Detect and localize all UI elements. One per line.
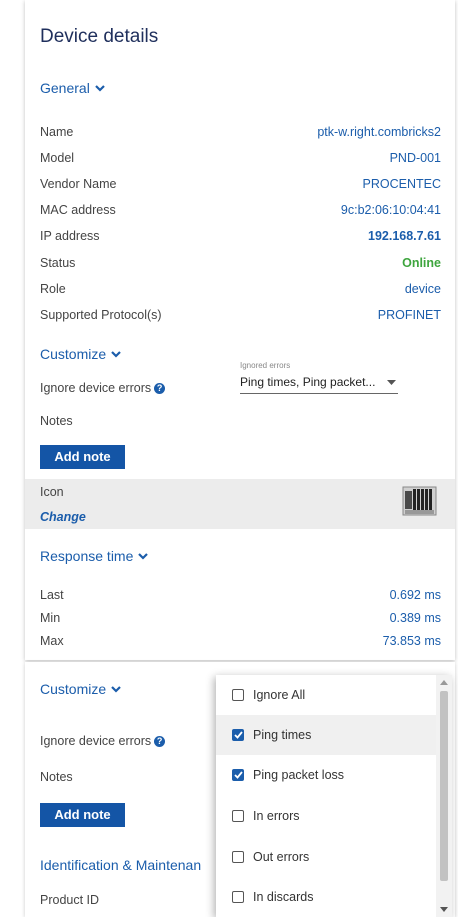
name-value: ptk-w.right.combricks2 [317,125,441,139]
add-note-button-lower[interactable]: Add note [40,803,125,827]
model-label: Model [40,151,75,165]
last-value: 0.692 ms [389,588,441,602]
response-time-heading: Response time [40,548,134,564]
dropdown-scrollbar[interactable] [436,675,452,917]
customize-section-toggle-lower[interactable]: Customize [40,681,122,697]
option-label: Out errors [253,850,310,864]
device-module-icon [402,486,437,516]
help-icon[interactable]: ? [154,383,166,395]
panel-title: Device details [40,26,159,47]
scrollbar-thumb[interactable] [440,691,448,881]
icon-label: Icon [40,485,64,499]
ip-value-link[interactable]: 192.168.7.61 [368,229,441,243]
ignored-errors-value: Ping times, Ping packet... [240,375,376,389]
customize-section-toggle[interactable]: Customize [40,346,122,362]
change-icon-link[interactable]: Change [40,510,86,524]
option-out-errors[interactable]: Out errors [216,837,436,877]
mac-value: 9c:b2:06:10:04:41 [340,203,441,217]
product-id-label: Product ID [40,893,100,907]
dropdown-arrow-icon [387,380,396,385]
vendor-value: PROCENTEC [362,177,441,191]
option-label: Ping times [253,728,312,742]
status-value: Online [402,256,441,270]
status-label: Status [40,256,76,270]
ignore-errors-label-lower: Ignore device errors? [40,734,166,748]
min-value: 0.389 ms [389,611,441,625]
scroll-up-arrow-icon[interactable] [440,680,448,685]
general-section-toggle[interactable]: General [40,80,106,96]
add-note-button[interactable]: Add note [40,445,125,469]
checkbox-checked-icon[interactable] [232,769,244,781]
option-ping-packet-loss[interactable]: Ping packet loss [216,755,436,795]
last-label: Last [40,588,64,602]
checkbox-unchecked-icon[interactable] [232,891,244,903]
option-label: In discards [253,890,314,904]
icon-row: Icon Change [25,479,455,529]
option-label: Ping packet loss [253,768,345,782]
chevron-down-icon [95,85,105,92]
protocol-value: PROFINET [377,308,441,322]
notes-label: Notes [40,414,73,428]
option-ping-times[interactable]: Ping times [216,715,436,755]
customize-heading: Customize [40,346,107,362]
checkbox-unchecked-icon[interactable] [232,810,244,822]
help-icon[interactable]: ? [154,736,166,748]
option-in-discards[interactable]: In discards [216,877,436,917]
ignore-errors-label: Ignore device errors? [40,381,166,395]
option-label: Ignore All [253,688,306,702]
ignored-errors-dropdown[interactable]: Ignore All Ping times Ping packet loss I… [216,675,452,917]
mac-label: MAC address [40,203,116,217]
model-value: PND-001 [389,151,441,165]
ignore-errors-text: Ignore device errors [40,381,152,395]
role-value: device [404,282,441,296]
checkbox-checked-icon[interactable] [232,729,244,741]
option-in-errors[interactable]: In errors [216,796,436,836]
scroll-down-arrow-icon[interactable] [440,907,448,912]
customize-heading-lower: Customize [40,681,107,697]
option-label: In errors [253,809,300,823]
identification-heading[interactable]: Identification & Maintenan [40,857,201,873]
notes-label-lower: Notes [40,770,73,784]
checkbox-unchecked-icon[interactable] [232,851,244,863]
ignored-errors-caption: Ignored errors [240,361,291,370]
ignored-errors-select[interactable]: Ping times, Ping packet... [240,371,398,394]
checkbox-unchecked-icon[interactable] [232,689,244,701]
ip-label: IP address [40,229,100,243]
protocol-label: Supported Protocol(s) [40,308,162,322]
chevron-down-icon [138,553,149,560]
role-label: Role [40,282,66,296]
general-heading: General [40,80,90,96]
option-ignore-all[interactable]: Ignore All [216,675,436,715]
max-label: Max [40,634,64,648]
max-value: 73.853 ms [382,634,441,648]
min-label: Min [40,611,61,625]
ignore-errors-text-lower: Ignore device errors [40,734,152,748]
chevron-down-icon [111,686,121,693]
vendor-label: Vendor Name [40,177,117,191]
response-time-section-toggle[interactable]: Response time [40,548,149,564]
chevron-down-icon [111,351,121,358]
name-label: Name [40,125,74,139]
